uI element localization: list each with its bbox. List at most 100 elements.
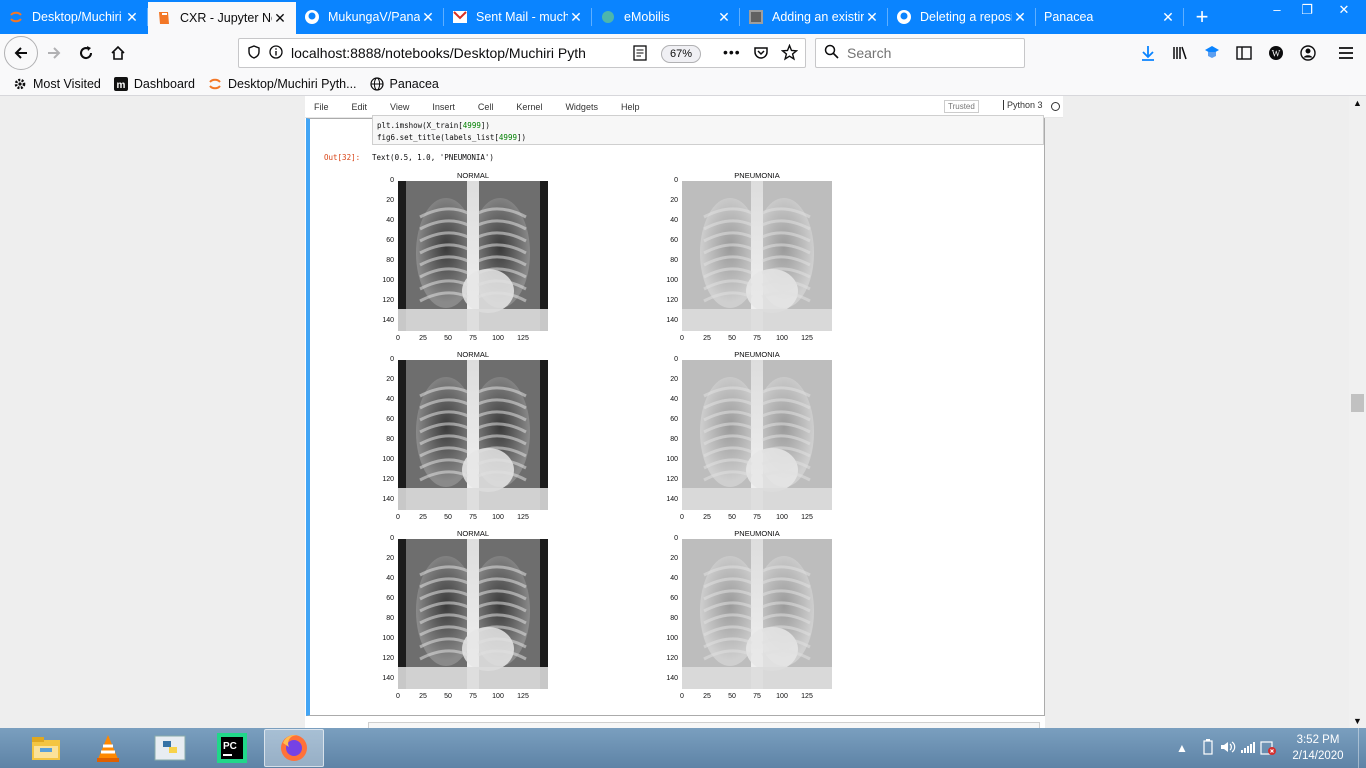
y-tick-label: 60 xyxy=(386,416,394,423)
code-number: 4999 xyxy=(462,121,481,130)
zoom-indicator[interactable]: 67% xyxy=(661,45,701,63)
code-number: 4999 xyxy=(498,133,517,142)
menu-cell[interactable]: Cell xyxy=(478,102,494,112)
y-tick-label: 40 xyxy=(670,396,678,403)
page-actions-icon[interactable]: ••• xyxy=(723,44,741,60)
window-controls: – ❐ ✕ xyxy=(1262,0,1366,34)
chest-xray-image xyxy=(398,181,548,331)
sidebar-icon[interactable] xyxy=(1228,37,1260,69)
y-tick-label: 20 xyxy=(386,555,394,562)
menu-view[interactable]: View xyxy=(390,102,409,112)
y-tick-label: 120 xyxy=(382,297,394,304)
menu-edit[interactable]: Edit xyxy=(352,102,368,112)
network-icon[interactable] xyxy=(1238,740,1258,757)
globe-icon xyxy=(600,9,616,25)
tab-title: Desktop/Muchiri Pyth xyxy=(32,10,124,24)
reader-view-icon[interactable] xyxy=(633,45,647,64)
svg-text:m: m xyxy=(116,80,125,91)
hamburger-menu-icon[interactable] xyxy=(1330,37,1362,69)
tab-cxr-notebook[interactable]: CXR - Jupyter Notebook ✕ xyxy=(148,0,296,34)
scroll-thumb[interactable] xyxy=(1351,394,1364,412)
code-input[interactable]: plt.imshow(X_train[4999]) fig6.set_title… xyxy=(372,115,1044,145)
y-tick-label: 140 xyxy=(382,675,394,682)
tab-adding-existing[interactable]: Adding an existing ✕ xyxy=(740,0,888,34)
vertical-scrollbar[interactable]: ▲ ▼ xyxy=(1349,96,1366,728)
minimize-icon[interactable]: – xyxy=(1262,0,1292,34)
scroll-down-icon[interactable]: ▼ xyxy=(1349,716,1366,726)
reload-button[interactable] xyxy=(70,37,102,69)
close-icon[interactable]: ✕ xyxy=(716,9,732,26)
info-icon[interactable] xyxy=(269,44,283,62)
tab-sent-mail[interactable]: Sent Mail - muchiri ✕ xyxy=(444,0,592,34)
menu-kernel[interactable]: Kernel xyxy=(516,102,542,112)
bookmark-most-visited[interactable]: Most Visited xyxy=(12,76,101,92)
close-icon[interactable]: ✕ xyxy=(864,9,880,26)
code-cell[interactable]: plt.imshow(X_train[4999]) fig6.set_title… xyxy=(306,115,1045,716)
show-hidden-icons[interactable]: ▲ xyxy=(1172,741,1192,755)
python-idle-icon[interactable] xyxy=(140,729,200,767)
x-tick-label: 75 xyxy=(469,514,477,521)
url-bar[interactable]: localhost:8888/notebooks/Desktop/Muchiri… xyxy=(238,38,806,68)
show-desktop-button[interactable] xyxy=(1358,728,1366,768)
new-tab-button[interactable]: + xyxy=(1184,0,1220,34)
shield-icon[interactable] xyxy=(247,44,261,62)
close-icon[interactable]: ✕ xyxy=(568,9,584,26)
y-tick-label: 140 xyxy=(666,317,678,324)
account-icon[interactable] xyxy=(1292,37,1324,69)
action-center-icon[interactable] xyxy=(1258,739,1278,758)
toolbar-icons: W xyxy=(1132,34,1362,72)
close-icon[interactable]: ✕ xyxy=(1160,9,1176,26)
close-icon[interactable]: ✕ xyxy=(1012,9,1028,26)
y-tick-label: 140 xyxy=(666,496,678,503)
file-explorer-icon[interactable] xyxy=(16,729,76,767)
menu-help[interactable]: Help xyxy=(621,102,640,112)
back-button[interactable] xyxy=(4,36,38,70)
menu-widgets[interactable]: Widgets xyxy=(565,102,598,112)
firefox-icon[interactable] xyxy=(264,729,324,767)
search-placeholder: Search xyxy=(847,45,892,61)
search-bar[interactable]: Search xyxy=(815,38,1025,68)
system-clock[interactable]: 3:52 PM 2/14/2020 xyxy=(1278,732,1358,764)
url-text[interactable]: localhost:8888/notebooks/Desktop/Muchiri… xyxy=(291,45,621,61)
y-tick-label: 80 xyxy=(670,615,678,622)
globe-icon xyxy=(369,76,385,92)
jupyter-icon xyxy=(207,76,223,92)
tab-deleting-repo[interactable]: Deleting a repository ✕ xyxy=(888,0,1036,34)
window-close-icon[interactable]: ✕ xyxy=(1322,0,1366,34)
volume-icon[interactable] xyxy=(1218,740,1238,757)
battery-icon[interactable] xyxy=(1198,738,1218,758)
pycharm-icon[interactable]: PC xyxy=(202,729,262,767)
library-icon[interactable] xyxy=(1164,37,1196,69)
tab-title: Panacea xyxy=(1044,10,1094,24)
scroll-up-icon[interactable]: ▲ xyxy=(1349,98,1366,108)
code-text: ]) xyxy=(516,133,527,142)
vlc-icon[interactable] xyxy=(78,729,138,767)
tab-github-panacea[interactable]: MukungaV/Panacea ✕ xyxy=(296,0,444,34)
bookmark-star-icon[interactable] xyxy=(780,43,799,64)
tab-panacea[interactable]: Panacea ✕ xyxy=(1036,0,1184,34)
bookmark-desktop-muchiri[interactable]: Desktop/Muchiri Pyth... xyxy=(207,76,357,92)
pocket-icon[interactable] xyxy=(753,45,769,64)
extension-icon[interactable] xyxy=(1196,37,1228,69)
restore-icon[interactable]: ❐ xyxy=(1292,0,1322,34)
y-tick-label: 100 xyxy=(382,635,394,642)
tab-emobilis[interactable]: eMobilis ✕ xyxy=(592,0,740,34)
system-tray: ▲ 3:52 PM 2/14/2020 xyxy=(1172,728,1366,768)
close-icon[interactable]: ✕ xyxy=(272,10,288,27)
menu-insert[interactable]: Insert xyxy=(432,102,455,112)
wikipedia-icon[interactable]: W xyxy=(1260,37,1292,69)
trusted-badge[interactable]: Trusted xyxy=(944,100,979,113)
forward-button[interactable] xyxy=(38,37,70,69)
tab-desktop-muchiri[interactable]: Desktop/Muchiri Pyth ✕ xyxy=(0,0,148,34)
y-tick-label: 120 xyxy=(666,297,678,304)
code-text: plt.imshow(X_train[ xyxy=(377,121,463,130)
bookmark-panacea[interactable]: Panacea xyxy=(369,76,439,92)
home-button[interactable] xyxy=(102,37,134,69)
x-tick-label: 25 xyxy=(703,693,711,700)
close-icon[interactable]: ✕ xyxy=(420,9,436,26)
menu-file[interactable]: File xyxy=(314,102,329,112)
bookmark-dashboard[interactable]: m Dashboard xyxy=(113,76,195,92)
download-icon[interactable] xyxy=(1132,37,1164,69)
close-icon[interactable]: ✕ xyxy=(124,9,140,26)
page-icon xyxy=(748,9,764,25)
